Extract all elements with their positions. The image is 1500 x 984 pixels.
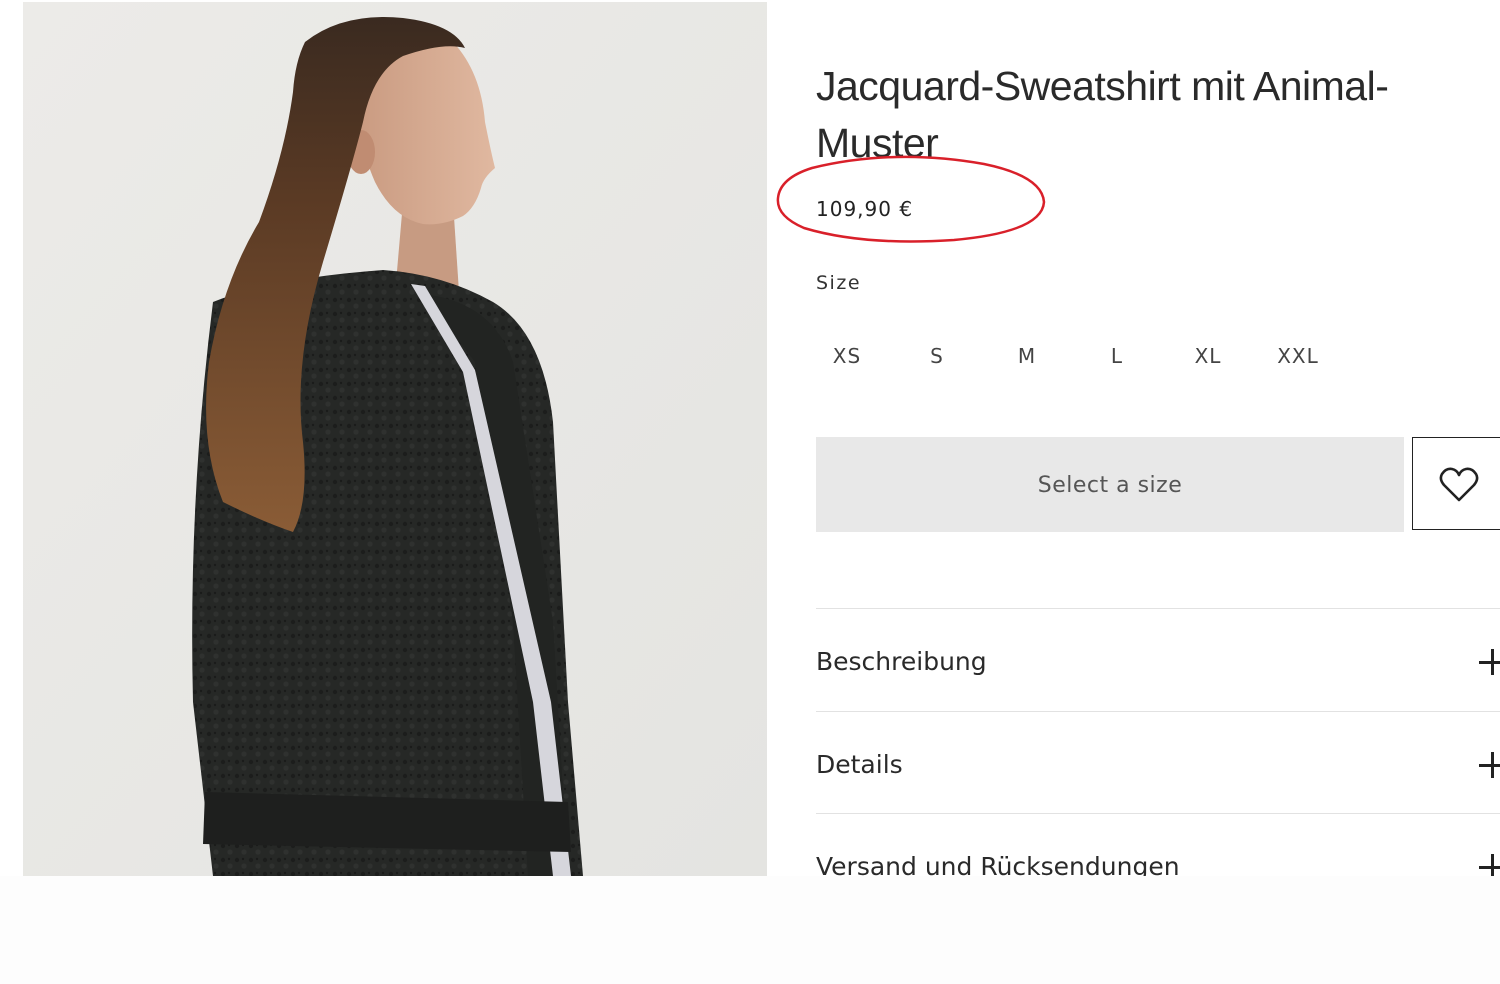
size-option-m[interactable]: M	[996, 334, 1058, 378]
accordion-label: Details	[816, 750, 903, 779]
size-option-xxl[interactable]: XXL	[1267, 334, 1329, 378]
accordion-label: Beschreibung	[816, 647, 987, 676]
product-title: Jacquard-Sweatshirt mit Animal-Muster	[816, 63, 1389, 166]
wishlist-button[interactable]	[1412, 437, 1500, 530]
bottom-blank-area	[0, 876, 1500, 984]
size-option-l[interactable]: L	[1086, 334, 1148, 378]
product-page: Jacquard-Sweatshirt mit Animal-Muster 10…	[0, 0, 1500, 984]
plus-icon	[1479, 752, 1500, 778]
size-option-s[interactable]: S	[906, 334, 968, 378]
product-photo[interactable]	[23, 2, 767, 876]
product-price: 109,90 €	[816, 197, 914, 221]
accordion-details[interactable]: Details	[816, 711, 1500, 814]
size-label: Size	[816, 272, 862, 294]
plus-icon	[1479, 854, 1500, 876]
size-option-xl[interactable]: XL	[1177, 334, 1239, 378]
select-size-button[interactable]: Select a size	[816, 437, 1404, 532]
accordion-beschreibung[interactable]: Beschreibung	[816, 608, 1500, 711]
heart-icon	[1439, 467, 1479, 502]
accordion-label: Versand und Rücksendungen	[816, 852, 1180, 876]
product-info-panel: Jacquard-Sweatshirt mit Animal-Muster 10…	[816, 0, 1500, 876]
accordion-versand[interactable]: Versand und Rücksendungen	[816, 813, 1500, 876]
plus-icon	[1479, 649, 1500, 675]
size-option-xs[interactable]: XS	[816, 334, 878, 378]
